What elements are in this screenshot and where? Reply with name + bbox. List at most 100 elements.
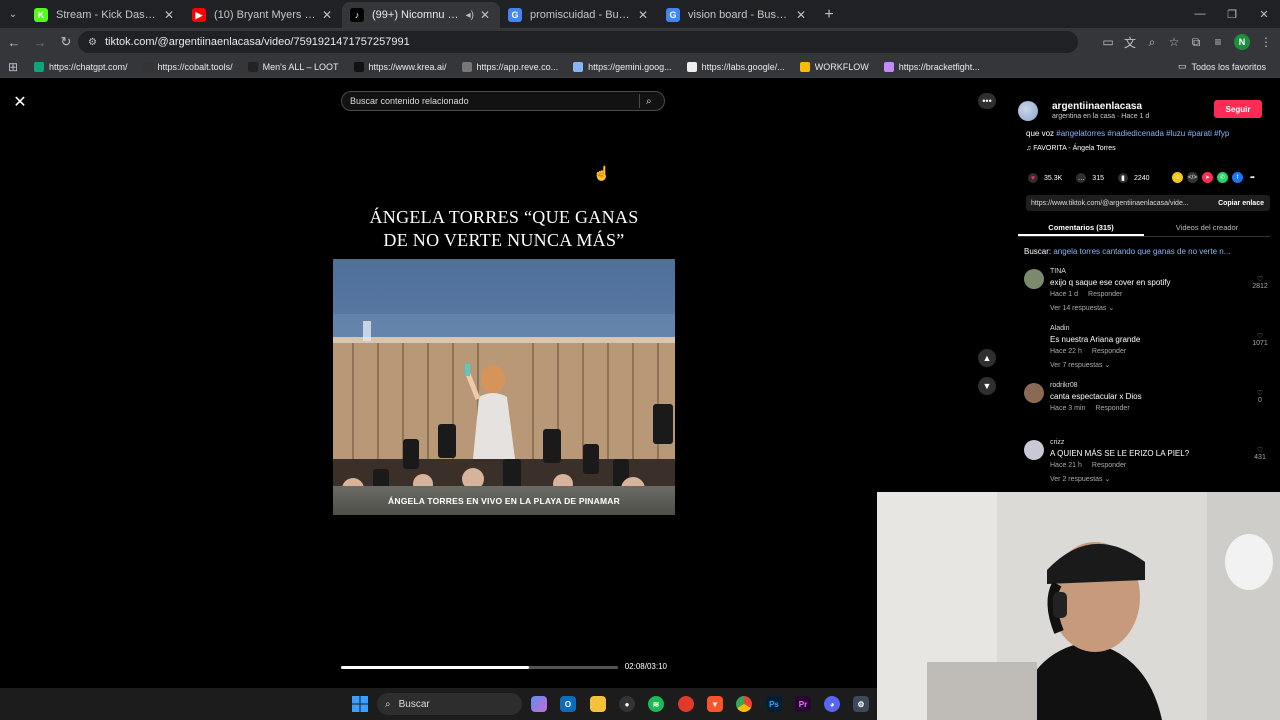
video-player[interactable]: ⌕ ÁNGELA TORRES “QUE GANAS DE NO VERTE N… [333,79,675,688]
bookmark-item[interactable]: https://www.krea.ai/ [353,61,447,72]
zoom-icon[interactable]: ⌕ [1146,35,1158,50]
reading-list-icon[interactable]: ≡ [1212,35,1224,49]
menu-kebab-icon[interactable]: ⋮ [1260,35,1272,49]
follow-button[interactable]: Seguir [1214,100,1262,118]
like-button[interactable]: ♥ 35.3K [1028,173,1062,183]
tab-close-icon[interactable]: ✕ [162,8,176,22]
reply-button[interactable]: Responder [1092,348,1126,355]
search-suggestion-link[interactable]: angela torres cantando que ganas de no v… [1053,247,1230,256]
site-info-icon[interactable]: ⚙ [88,37,97,48]
reply-button[interactable]: Responder [1092,462,1126,469]
embed-icon[interactable]: </> [1187,172,1198,183]
tab-search-icon[interactable]: ⌄ [0,0,26,28]
minimize-icon[interactable]: — [1184,0,1216,28]
profile-avatar[interactable]: N [1234,34,1250,50]
browser-tab[interactable]: ♪ (99+) Nicomnu (@nicomnu) ◂) ✕ [342,2,500,28]
bookmark-item[interactable]: https://chatgpt.com/ [34,61,128,72]
brave-icon[interactable]: ▼ [707,696,723,712]
more-options-icon[interactable]: ••• [978,93,996,109]
settings-gear-icon[interactable]: ⚙ [853,696,869,712]
back-icon[interactable]: ← [2,35,26,50]
apps-grid-icon[interactable]: ⊞ [0,60,26,74]
commenter-name[interactable]: crizz [1050,439,1064,446]
reply-button[interactable]: Responder [1095,405,1129,412]
search-suggestion[interactable]: Buscar: angela torres cantando que ganas… [1024,247,1230,256]
channel-name[interactable]: argentiinaenlacasa [1052,101,1142,112]
view-replies-button[interactable]: Ver 7 respuestas ⌄ [1050,361,1110,369]
comment-like[interactable]: ♡ 0 [1252,389,1268,404]
tab-close-icon[interactable]: ✕ [794,8,808,22]
tab-comments[interactable]: Comentarios (315) [1018,219,1144,236]
facebook-icon[interactable]: f [1232,172,1243,183]
save-button[interactable]: ▮ 2240 [1117,173,1150,183]
browser-tab[interactable]: ▶ (10) Bryant Myers - Lowkey (Of ✕ [184,2,342,28]
browser-tab[interactable]: Gpromiscuidad - Buscar con Goo ✕ [500,2,658,28]
comment-like[interactable]: ♡ 431 [1252,446,1268,461]
copy-link-button[interactable]: Copiar enlace [1218,200,1264,207]
bookmark-item[interactable]: https://labs.google/... [686,61,785,72]
new-tab-button[interactable]: + [816,2,842,28]
chrome-icon[interactable] [736,696,752,712]
all-bookmarks[interactable]: ▭ Todos los favoritos [1178,61,1266,72]
address-bar[interactable]: ⚙ tiktok.com/@argentiinaenlacasa/video/7… [78,31,1078,53]
app-red-icon[interactable] [678,696,694,712]
commenter-avatar[interactable] [1024,326,1044,346]
comment-like[interactable]: ♡ 1071 [1252,332,1268,347]
send-icon[interactable]: ➤ [1202,172,1213,183]
tab-close-icon[interactable]: ✕ [478,8,492,22]
bookmark-item[interactable]: https://app.reve.co... [461,61,558,72]
obs-icon[interactable]: ● [619,696,635,712]
restore-icon[interactable]: ❐ [1216,0,1248,28]
reply-button[interactable]: Responder [1088,291,1122,298]
reload-icon[interactable]: ↻ [54,34,78,50]
close-icon[interactable]: ✕ [11,93,29,111]
commenter-avatar[interactable] [1024,383,1044,403]
previous-video-icon[interactable]: ▲ [978,349,996,367]
share-friend-icon[interactable]: ☺ [1172,172,1183,183]
bookmark-item[interactable]: https://bracketfight... [883,61,980,72]
description-hashtags[interactable]: #angelatorres #nadiedicenada #luzu #para… [1056,129,1229,138]
view-replies-button[interactable]: Ver 2 respuestas ⌄ [1050,475,1110,483]
spotify-icon[interactable]: ≋ [648,696,664,712]
bookmark-item[interactable]: Men's ALL – LOOT [247,61,339,72]
bookmark-item[interactable]: WORKFLOW [799,61,869,72]
comment-like[interactable]: ♡ 2812 [1252,275,1268,290]
commenter-avatar[interactable] [1024,269,1044,289]
related-search-input[interactable] [350,96,633,106]
file-explorer-icon[interactable] [590,696,606,712]
bookmark-item[interactable]: https://cobalt.tools/ [142,61,233,72]
close-window-icon[interactable]: ✕ [1248,0,1280,28]
tab-close-icon[interactable]: ✕ [636,8,650,22]
discord-icon[interactable]: ◕ [824,696,840,712]
taskbar-search[interactable]: ⌕ Buscar [377,693,522,715]
windows-start-icon[interactable] [352,696,368,712]
whatsapp-icon[interactable]: ✆ [1217,172,1228,183]
commenter-name[interactable]: TINA [1050,268,1066,275]
commenter-name[interactable]: rodrikr08 [1050,382,1078,389]
translate-icon[interactable]: 文 [1124,34,1136,51]
premiere-icon[interactable]: Pr [795,696,811,712]
bookmark-item[interactable]: https://gemini.goog... [573,61,672,72]
tab-audio-icon[interactable]: ◂) [466,10,474,21]
next-video-icon[interactable]: ▼ [978,377,996,395]
commenter-name[interactable]: Aladin [1050,325,1069,332]
channel-avatar[interactable] [1018,101,1038,121]
browser-tab[interactable]: Gvision board - Buscar con Goog ✕ [658,2,816,28]
music-track[interactable]: ♫ FAVORITA - Ángela Torres [1026,145,1116,152]
url-text[interactable]: tiktok.com/@argentiinaenlacasa/video/759… [105,36,410,48]
bookmark-star-icon[interactable]: ☆ [1168,35,1180,49]
cast-icon[interactable]: ▭ [1102,35,1114,49]
outlook-icon[interactable]: O [560,696,576,712]
browser-tab[interactable]: K Stream - Kick Dashboard ✕ [26,2,184,28]
video-progress-bar[interactable] [341,666,618,669]
forward-icon[interactable]: → [28,35,52,50]
copilot-icon[interactable] [531,696,547,712]
comment-button[interactable]: … 315 [1076,173,1104,183]
tab-creator-videos[interactable]: Videos del creador [1144,219,1270,236]
tab-close-icon[interactable]: ✕ [320,8,334,22]
share-arrow-icon[interactable]: ➦ [1247,172,1258,183]
commenter-avatar[interactable] [1024,440,1044,460]
extensions-icon[interactable]: ⧉ [1190,35,1202,50]
photoshop-icon[interactable]: Ps [766,696,782,712]
search-icon[interactable]: ⌕ [646,96,664,107]
